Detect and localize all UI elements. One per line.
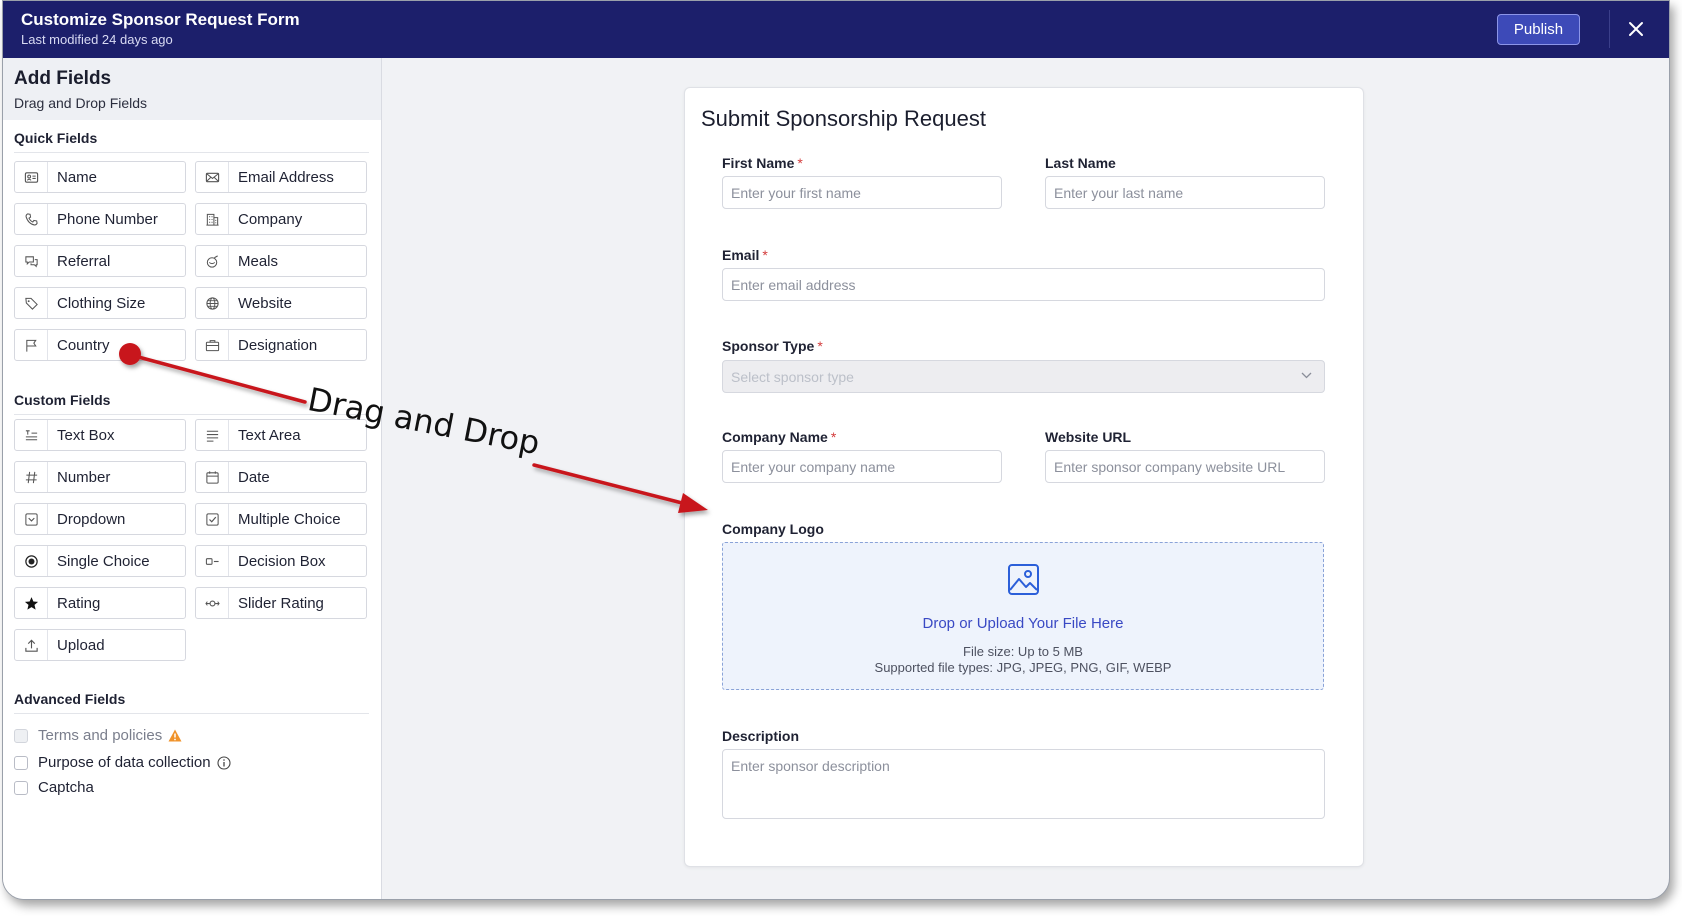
- drag-drop-annotation: [119, 343, 708, 513]
